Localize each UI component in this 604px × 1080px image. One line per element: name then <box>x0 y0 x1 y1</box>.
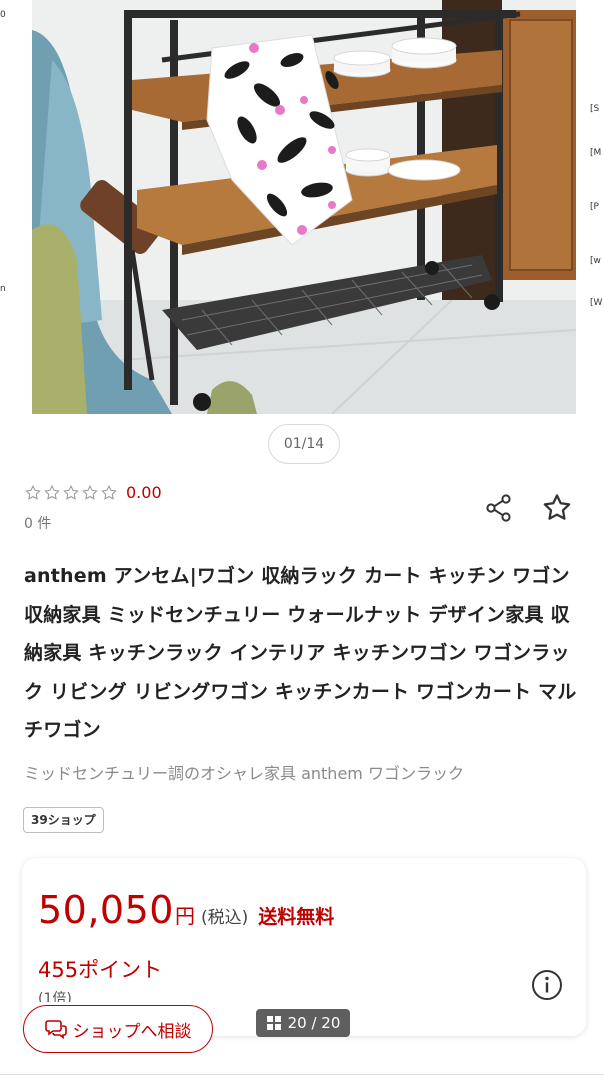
peek-text: [W <box>590 298 603 308</box>
chat-icon <box>44 1020 67 1039</box>
photo-count-label: 20 / 20 <box>287 1014 341 1032</box>
star-empty-icon <box>82 484 98 500</box>
peek-text: [w <box>590 256 601 266</box>
peek-text: [S <box>590 104 600 114</box>
star-empty-icon <box>44 484 60 500</box>
grid-icon <box>266 1016 281 1030</box>
contact-shop-label: ショップへ相談 <box>72 1021 192 1042</box>
peek-text: [M <box>590 148 602 158</box>
star-empty-icon <box>25 484 41 500</box>
shop-badge: 39ショップ <box>23 807 104 833</box>
product-photo <box>32 0 576 414</box>
peek-text: n <box>0 284 6 294</box>
star-rating <box>24 484 118 502</box>
star-empty-icon <box>101 484 117 500</box>
review-count[interactable]: 0 件 <box>24 513 51 533</box>
share-icon <box>486 494 511 522</box>
share-button[interactable] <box>482 491 516 525</box>
image-pager: 01/14 <box>268 424 340 464</box>
free-shipping-label: 送料無料 <box>258 906 335 928</box>
price-row: 50,050 円 (税込) 送料無料 <box>38 888 334 932</box>
star-empty-icon <box>63 484 79 500</box>
price-amount: 50,050 <box>38 888 174 932</box>
product-title: anthem アンセム|ワゴン 収納ラック カート キッチン ワゴン 収納家具 … <box>24 565 577 741</box>
star-outline-icon <box>543 494 571 520</box>
info-icon <box>532 970 562 1000</box>
price-currency: 円 <box>174 904 195 928</box>
favorite-button[interactable] <box>538 489 576 527</box>
peek-text: [P <box>590 202 599 212</box>
previous-image-peek[interactable]: 0 n <box>0 0 32 420</box>
next-image-peek[interactable]: [S [M [P [w [W <box>576 0 604 420</box>
points-amount: 455ポイント <box>38 958 163 982</box>
rating-row[interactable]: 0.00 <box>24 483 162 502</box>
peek-text: 0 <box>0 10 6 20</box>
tax-note: (税込) <box>200 908 249 928</box>
points-rate: (1倍) <box>38 991 72 1002</box>
contact-shop-button[interactable]: ショップへ相談 <box>23 1005 213 1053</box>
divider <box>0 1074 604 1075</box>
product-catchcopy: ミッドセンチュリー調のオシャレ家具 anthem ワゴンラック <box>24 764 464 783</box>
rating-value: 0.00 <box>126 483 162 502</box>
photo-count-button[interactable]: 20 / 20 <box>256 1009 350 1037</box>
product-image-gallery[interactable]: 0 n [S [M [P [w [W <box>0 0 604 420</box>
points-info-button[interactable] <box>530 968 564 1002</box>
